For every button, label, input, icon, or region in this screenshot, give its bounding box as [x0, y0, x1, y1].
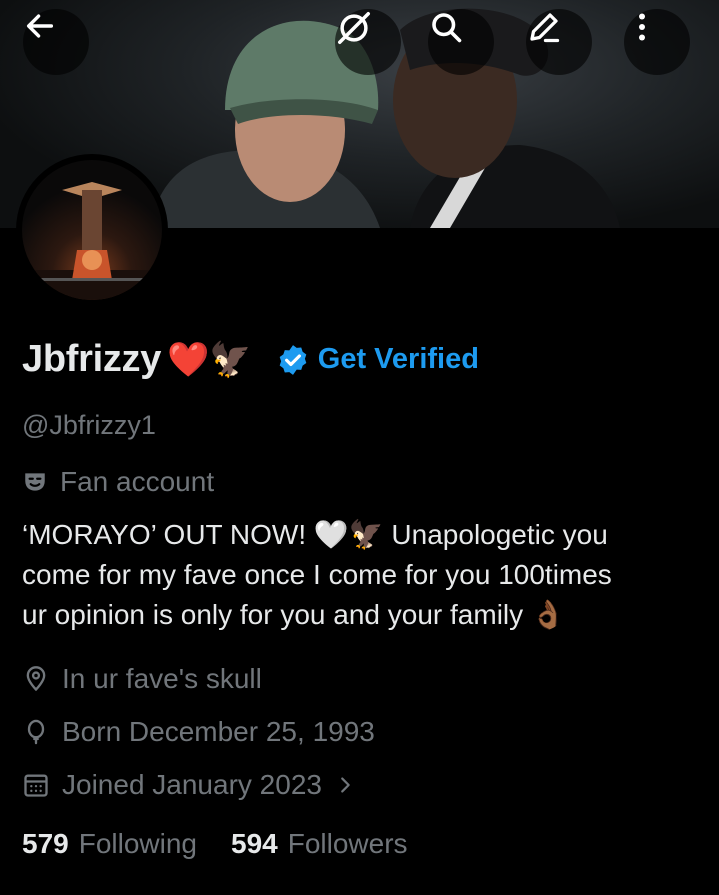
calendar-icon [24, 774, 48, 797]
bio-line: come for my fave once I come for you 100… [22, 559, 612, 590]
back-button[interactable] [23, 9, 89, 75]
get-verified-label: Get Verified [317, 343, 479, 375]
verified-badge-icon [279, 344, 307, 375]
joined-label: Joined January 2023 [62, 769, 322, 800]
pencil-icon [530, 13, 560, 43]
more-vertical-icon [639, 13, 645, 41]
follow-stats: 579 Following 594 Followers [22, 828, 442, 860]
search-button[interactable] [428, 9, 494, 75]
following-count: 579 [22, 828, 69, 859]
name-row: Jbfrizzy ❤️🦅 Get Verified [22, 338, 479, 381]
followers-count: 594 [231, 828, 278, 859]
search-icon [432, 13, 462, 43]
bio: ‘MORAYO’ OUT NOW! 🤍🦅 Unapologetic you co… [22, 515, 702, 635]
grok-button[interactable] [335, 9, 401, 75]
avatar-image [22, 160, 162, 300]
grok-icon [338, 12, 370, 44]
avatar[interactable] [16, 154, 168, 306]
display-name: Jbfrizzy [22, 338, 162, 380]
location-pin-icon [26, 666, 46, 692]
joined-line[interactable]: Joined January 2023 [22, 769, 356, 801]
location-label: In ur fave's skull [62, 663, 262, 694]
location-line: In ur fave's skull [22, 663, 262, 695]
edit-button[interactable] [526, 9, 592, 75]
category-line: Fan account [22, 466, 214, 498]
username-handle: @Jbfrizzy1 [22, 410, 156, 440]
name-emojis: ❤️🦅 [167, 340, 252, 379]
get-verified-button[interactable]: Get Verified [276, 343, 479, 377]
arrow-left-icon [26, 14, 54, 38]
followers-link[interactable]: 594 Followers [231, 828, 408, 860]
category-label: Fan account [60, 466, 215, 497]
mask-icon [25, 473, 45, 491]
more-button[interactable] [624, 9, 690, 75]
following-link[interactable]: 579 Following [22, 828, 197, 860]
birthday-line: Born December 25, 1993 [22, 716, 375, 748]
bio-line: ‘MORAYO’ OUT NOW! 🤍🦅 Unapologetic you [22, 519, 608, 550]
chevron-right-icon [341, 777, 350, 793]
following-label: Following [78, 828, 197, 859]
birthday-label: Born December 25, 1993 [62, 716, 375, 747]
balloon-icon [27, 719, 45, 745]
followers-label: Followers [287, 828, 408, 859]
bio-line: ur opinion is only for you and your fami… [22, 599, 566, 630]
